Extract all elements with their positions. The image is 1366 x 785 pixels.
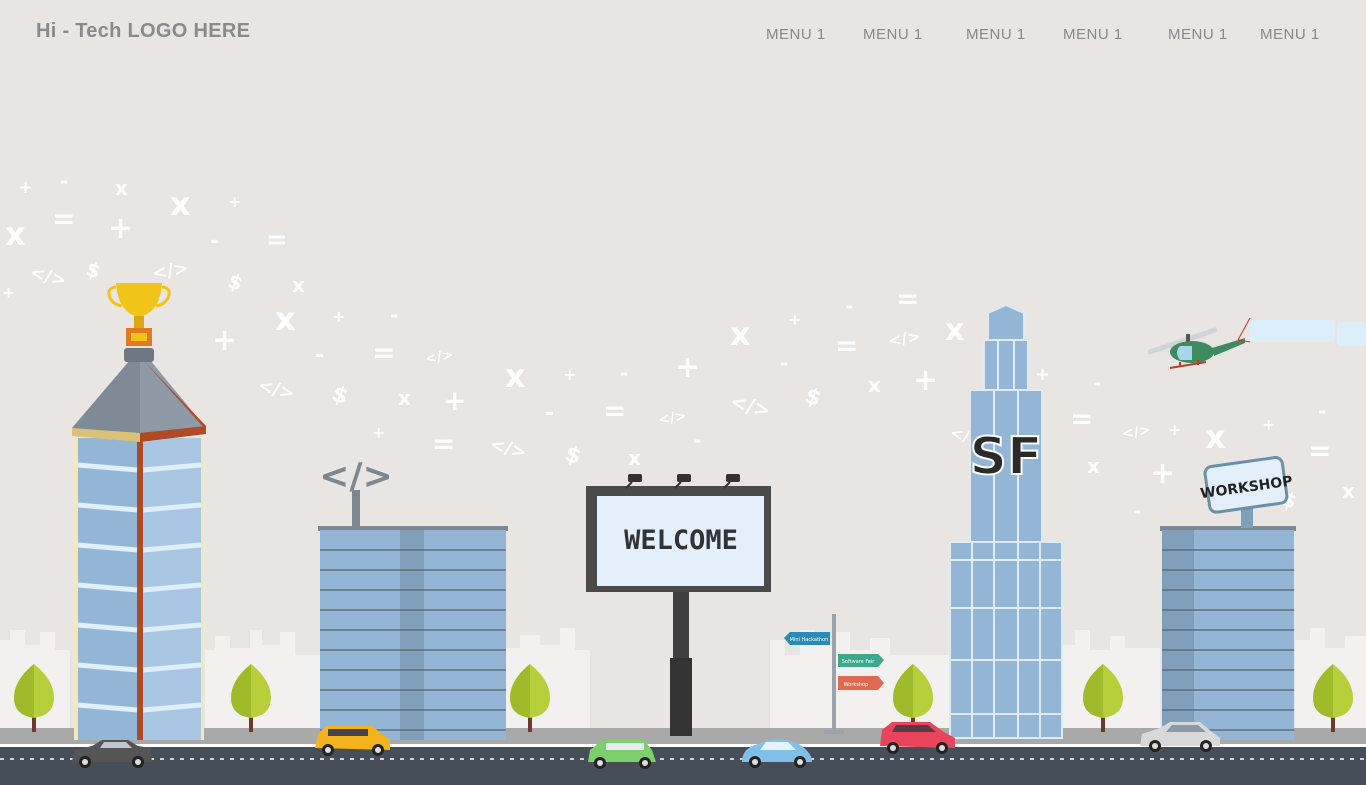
svg-text:$: $ [83,256,104,283]
svg-text:$: $ [225,268,246,295]
svg-text:</>: </> [657,408,688,429]
helicopter-banner [1250,320,1366,346]
svg-text:+: + [18,177,33,198]
svg-text:+: + [788,310,801,329]
svg-text:x: x [398,386,411,410]
svg-text:-: - [315,343,324,368]
svg-text:+: + [675,350,700,385]
svg-text:$: $ [561,441,584,470]
sf-logo: SF [970,427,1043,487]
svg-text:x: x [945,313,964,348]
svg-text:-: - [545,401,554,426]
svg-text:=: = [1070,402,1093,435]
svg-text:</>: </> [488,434,529,464]
svg-text:</>: </> [728,389,774,423]
code-building: </> [318,456,508,740]
sign-software-fair: Software Fair [842,659,876,665]
workshop-building: WORKSHOP [1160,456,1296,740]
svg-text:x: x [730,315,751,353]
svg-text:-: - [1093,371,1101,395]
svg-text:x: x [1205,418,1226,456]
svg-text:x: x [505,357,526,395]
svg-text:x: x [1342,479,1355,503]
svg-text:=: = [1308,434,1331,467]
svg-text:+: + [443,384,466,417]
svg-text:-: - [1133,499,1141,523]
svg-text:=: = [432,427,455,460]
trophy-tower [72,348,206,740]
svg-text:x: x [275,300,296,338]
svg-text:x: x [628,446,641,470]
svg-text:=: = [372,336,395,369]
sign-mini-hackathon: Mini Hackathon [790,637,829,643]
svg-text:x: x [868,373,881,397]
svg-text:+: + [1035,364,1050,385]
svg-text:-: - [845,294,853,318]
svg-text:x: x [115,176,128,200]
svg-text:+: + [228,192,241,211]
svg-text:+: + [108,211,133,246]
svg-text:-: - [693,428,701,452]
svg-text:+: + [332,307,345,326]
welcome-billboard: WELCOME [586,474,771,736]
svg-text:=: = [52,202,75,235]
svg-text:</>: </> [1121,422,1152,443]
svg-text:=: = [603,394,626,427]
helicopter-icon [1147,317,1251,369]
road [0,747,1366,785]
svg-text:-: - [780,351,788,375]
svg-text:+: + [563,365,576,384]
svg-text:x: x [170,185,191,223]
svg-text:-: - [390,303,398,327]
svg-text:x: x [5,215,26,253]
svg-text:</>: </> [256,375,297,405]
billboard-text: WELCOME [624,525,738,556]
svg-text:+: + [2,283,15,302]
city-scene: + - x x + x = + - = </> $ </> $ x + x + … [0,169,1366,785]
svg-text:$: $ [801,383,824,412]
svg-text:-: - [60,169,68,193]
svg-text:-: - [210,229,219,254]
svg-text:+: + [1150,456,1175,491]
svg-text:x: x [1087,454,1100,478]
sign-workshop: Workshop [844,682,869,688]
svg-text:+: + [1262,415,1275,434]
svg-text:=: = [835,329,858,362]
svg-text:+: + [1168,420,1181,439]
svg-text:=: = [896,282,919,315]
code-sign: </> [319,456,392,497]
svg-text:+: + [913,363,938,398]
svg-text:-: - [620,361,628,385]
svg-text:</>: </> [886,326,921,350]
svg-text:</>: </> [424,347,455,368]
svg-text:</>: </> [28,262,69,292]
svg-text:-: - [1318,399,1326,423]
svg-text:=: = [266,225,288,255]
svg-text:+: + [212,323,237,358]
svg-text:x: x [292,273,305,297]
svg-text:+: + [372,423,385,442]
svg-text:$: $ [328,381,351,410]
trophy-icon [107,283,171,346]
svg-text:</>: </> [150,258,190,285]
floating-symbols: + - x x + x = + - = </> $ </> $ x + x + … [2,169,1355,523]
